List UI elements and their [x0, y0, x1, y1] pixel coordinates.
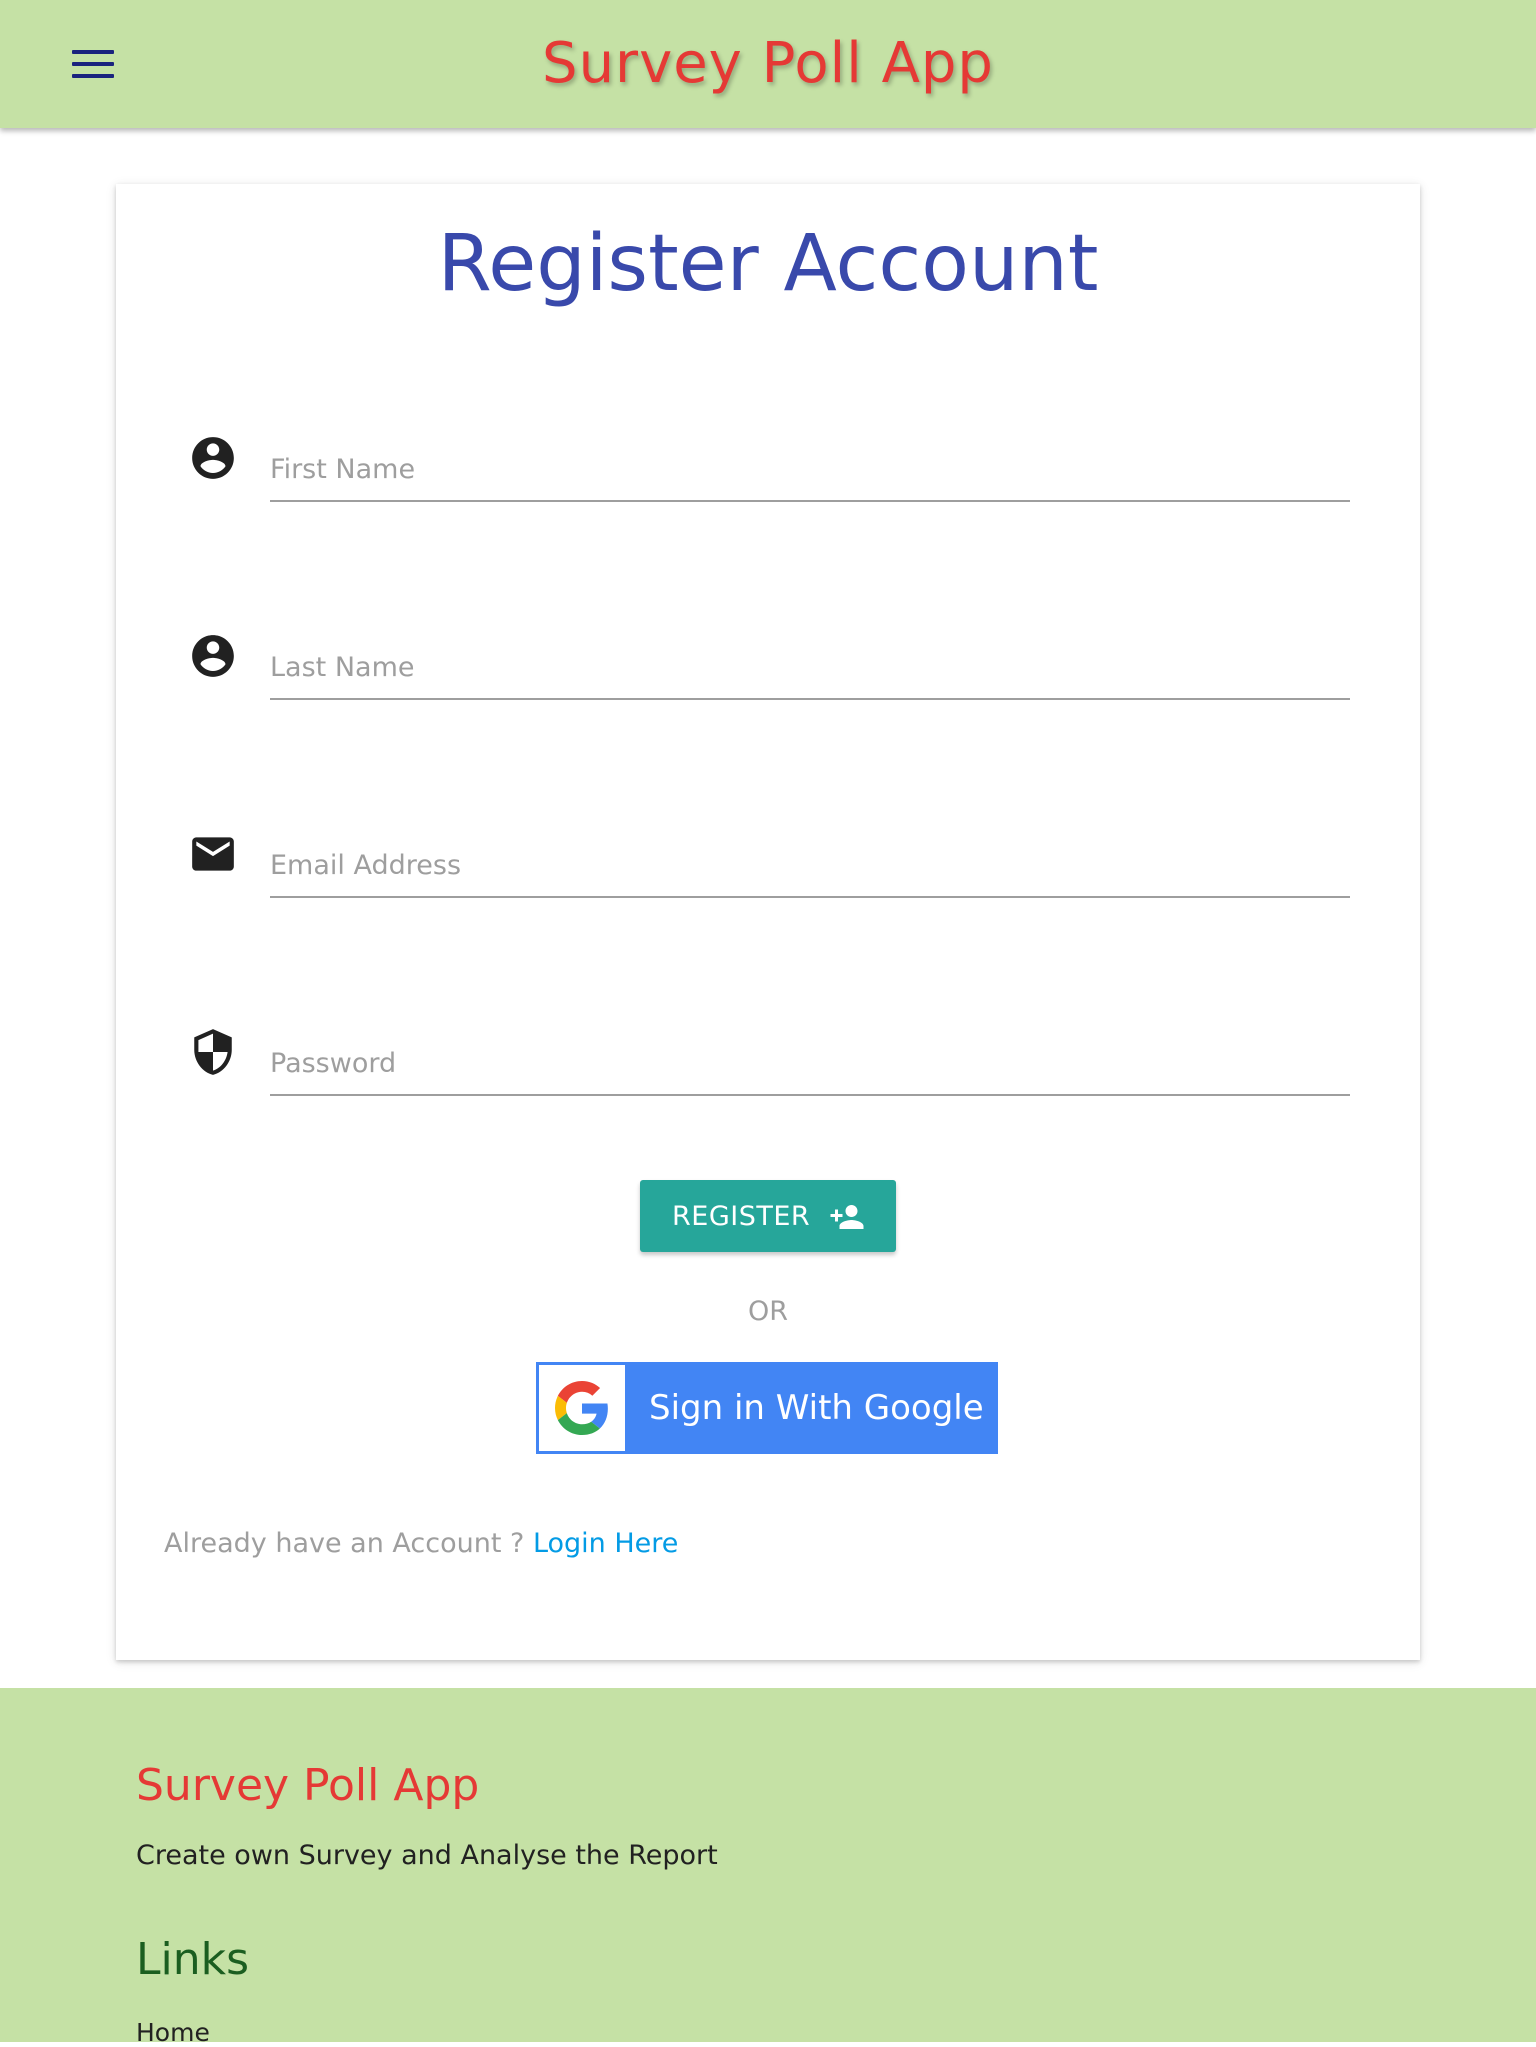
google-sign-in-button[interactable]: Sign in With Google: [536, 1362, 998, 1454]
password-input[interactable]: [270, 1032, 1350, 1096]
google-logo-box: [539, 1365, 625, 1451]
last-name-input[interactable]: [270, 636, 1350, 700]
register-button[interactable]: REGISTER: [640, 1180, 896, 1252]
login-prompt-line: Already have an Account ? Login Here: [164, 1528, 678, 1559]
first-name-input[interactable]: [270, 438, 1350, 502]
app-brand-text: Survey Poll App: [542, 31, 994, 96]
footer-links-heading: Links: [136, 1934, 250, 1985]
footer-brand-title: Survey Poll App: [136, 1760, 480, 1811]
top-navbar: Survey Poll App: [0, 0, 1536, 128]
google-logo-icon: [555, 1381, 608, 1435]
footer-link-home[interactable]: Home: [136, 2018, 210, 2047]
account-circle-icon: [192, 437, 234, 479]
footer-description: Create own Survey and Analyse the Report: [136, 1840, 718, 1871]
login-here-link[interactable]: Login Here: [533, 1528, 678, 1559]
register-button-label: REGISTER: [672, 1200, 811, 1232]
account-circle-icon: [192, 635, 234, 677]
email-address-input[interactable]: [270, 834, 1350, 898]
security-shield-icon: [194, 1029, 232, 1075]
login-prompt-text: Already have an Account ?: [164, 1528, 525, 1559]
page-title: Register Account: [437, 219, 1099, 309]
or-divider-text: OR: [747, 1296, 788, 1327]
person-add-icon: [830, 1205, 864, 1229]
page-footer: Survey Poll App Create own Survey and An…: [0, 1688, 1536, 2047]
app-brand-title[interactable]: Survey Poll App: [0, 0, 1536, 128]
google-sign-in-label: Sign in With Google: [649, 1388, 984, 1428]
email-icon: [192, 837, 234, 871]
